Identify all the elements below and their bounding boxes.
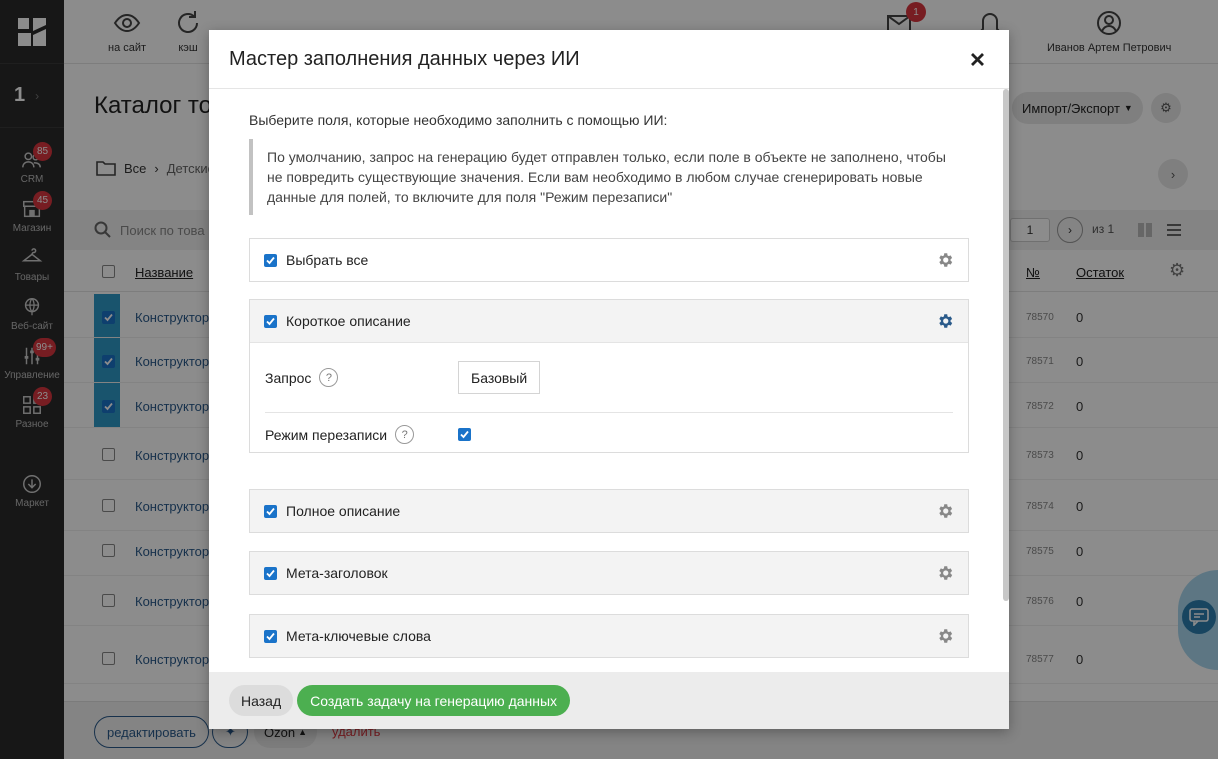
field-row-full-description[interactable]: Полное описание <box>250 490 968 532</box>
overwrite-note: По умолчанию, запрос на генерацию будет … <box>249 139 969 215</box>
select-all-label: Выбрать все <box>286 252 369 268</box>
close-button[interactable] <box>965 47 989 71</box>
select-all-panel: Выбрать все <box>249 238 969 282</box>
overwrite-label: Режим перезаписи <box>265 426 388 443</box>
field-label: Мета-ключевые слова <box>286 628 431 644</box>
request-row: Запрос ? Базовый <box>265 343 953 412</box>
field-checkbox[interactable] <box>264 629 277 643</box>
gear-icon[interactable] <box>936 627 954 645</box>
ai-fill-wizard-modal: Мастер заполнения данных через ИИ Выбери… <box>209 30 1009 729</box>
field-panel-meta-keywords: Мета-ключевые слова <box>249 614 969 658</box>
field-row-meta-keywords[interactable]: Мета-ключевые слова <box>250 615 968 657</box>
gear-icon[interactable] <box>936 312 954 330</box>
field-panel-short-description: Короткое описание Запрос ? Базовый Режим… <box>249 299 969 453</box>
scrollbar[interactable] <box>1003 89 1009 601</box>
create-task-button[interactable]: Создать задачу на генерацию данных <box>297 685 571 716</box>
field-checkbox[interactable] <box>264 504 277 518</box>
field-panel-meta-title: Мета-заголовок <box>249 551 969 595</box>
gear-icon[interactable] <box>936 564 954 582</box>
field-panel-full-description: Полное описание <box>249 489 969 533</box>
field-checkbox[interactable] <box>264 314 277 328</box>
help-icon[interactable]: ? <box>319 368 339 387</box>
modal-title: Мастер заполнения данных через ИИ <box>229 47 580 70</box>
field-row-meta-title[interactable]: Мета-заголовок <box>250 552 968 594</box>
back-button[interactable]: Назад <box>229 685 294 716</box>
field-row-short-description[interactable]: Короткое описание <box>250 300 968 342</box>
modal-header: Мастер заполнения данных через ИИ <box>209 30 1009 89</box>
help-icon[interactable]: ? <box>395 425 415 444</box>
gear-icon[interactable] <box>936 502 954 520</box>
request-select[interactable]: Базовый <box>458 361 541 394</box>
overwrite-row: Режим перезаписи ? <box>265 412 953 452</box>
gear-icon[interactable] <box>936 251 954 269</box>
intro-text: Выберите поля, которые необходимо заполн… <box>249 112 668 128</box>
overwrite-checkbox[interactable] <box>458 428 471 441</box>
field-checkbox[interactable] <box>264 566 277 580</box>
select-all-checkbox[interactable] <box>264 253 277 267</box>
field-label: Короткое описание <box>286 313 411 329</box>
request-label: Запрос <box>265 369 312 386</box>
field-settings: Запрос ? Базовый Режим перезаписи ? <box>250 342 968 452</box>
field-label: Полное описание <box>286 503 401 519</box>
select-all-row[interactable]: Выбрать все <box>250 239 968 281</box>
field-label: Мета-заголовок <box>286 565 388 581</box>
close-icon <box>970 52 984 66</box>
modal-footer: Назад Создать задачу на генерацию данных <box>209 672 1009 729</box>
modal-body[interactable]: Выберите поля, которые необходимо заполн… <box>209 89 1009 672</box>
